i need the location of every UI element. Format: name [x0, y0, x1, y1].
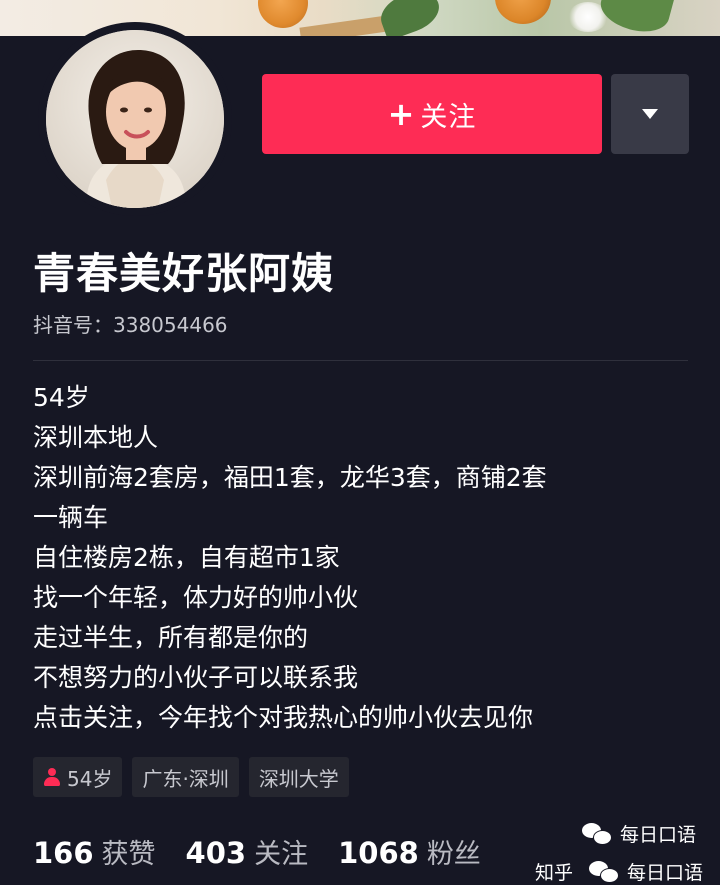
location-tag-label: 广东·深圳	[142, 766, 229, 791]
bio-line: 自住楼房2栋，自有超市1家	[33, 543, 340, 572]
plus-icon: +	[387, 95, 415, 133]
profile-stats: 166 获赞 403 关注 1068 粉丝	[33, 832, 511, 871]
bio-line: 找一个年轻，体力好的帅小伙	[33, 583, 359, 612]
wechat-icon	[589, 860, 620, 883]
cover-leaf-image	[596, 0, 674, 36]
divider	[33, 360, 688, 361]
likes-label: 获赞	[101, 839, 156, 870]
followers-count: 1068	[338, 836, 419, 870]
school-tag-label: 深圳大学	[258, 766, 339, 791]
bio-line: 走过半生，所有都是你的	[33, 623, 309, 652]
zhihu-watermark: 知乎 每日口语	[535, 858, 703, 885]
bio-line: 深圳前海2套房，福田1套，龙华3套，商铺2套	[33, 463, 547, 492]
age-tag-label: 54岁	[67, 766, 113, 791]
watermark-source: 知乎	[535, 862, 574, 884]
school-tag[interactable]: 深圳大学	[248, 757, 349, 797]
following-count: 403	[185, 836, 247, 870]
follow-button[interactable]: + 关注	[262, 74, 602, 154]
wechat-watermark: 每日口语	[582, 820, 696, 847]
cover-apricot-image	[495, 0, 551, 24]
profile-nickname: 青春美好张阿姨	[33, 249, 335, 298]
following-label: 关注	[254, 839, 309, 870]
profile-bio: 54岁 深圳本地人 深圳前海2套房，福田1套，龙华3套，商铺2套 一辆车 自住楼…	[33, 378, 693, 738]
caret-down-icon	[642, 109, 658, 119]
wechat-icon	[582, 822, 612, 845]
location-tag: 广东·深圳	[132, 757, 239, 797]
watermark-account: 每日口语	[620, 824, 697, 846]
douyin-id: 抖音号：338054466	[33, 313, 228, 337]
likes-stat: 166 获赞	[33, 832, 156, 871]
followers-label: 粉丝	[426, 839, 481, 870]
watermark-account-2: 每日口语	[627, 862, 704, 884]
profile-tags: 54岁 广东·深圳 深圳大学	[33, 757, 349, 797]
avatar[interactable]	[46, 30, 224, 208]
cover-apricot-image	[258, 0, 308, 28]
bio-line: 点击关注，今年找个对我热心的帅小伙去见你	[33, 703, 534, 732]
bio-line: 深圳本地人	[33, 423, 159, 452]
cover-leaf-image	[375, 0, 445, 36]
following-stat[interactable]: 403 关注	[186, 832, 309, 871]
age-tag: 54岁	[33, 757, 123, 797]
followers-stat[interactable]: 1068 粉丝	[338, 832, 481, 871]
bio-line: 一辆车	[33, 503, 109, 532]
bio-line: 54岁	[33, 383, 90, 412]
avatar-portrait-image	[46, 30, 224, 208]
follow-button-label: 关注	[420, 101, 477, 133]
more-options-button[interactable]	[611, 74, 689, 154]
bio-line: 不想努力的小伙子可以联系我	[33, 663, 359, 692]
likes-count: 166	[33, 836, 94, 870]
female-person-icon	[43, 767, 61, 787]
